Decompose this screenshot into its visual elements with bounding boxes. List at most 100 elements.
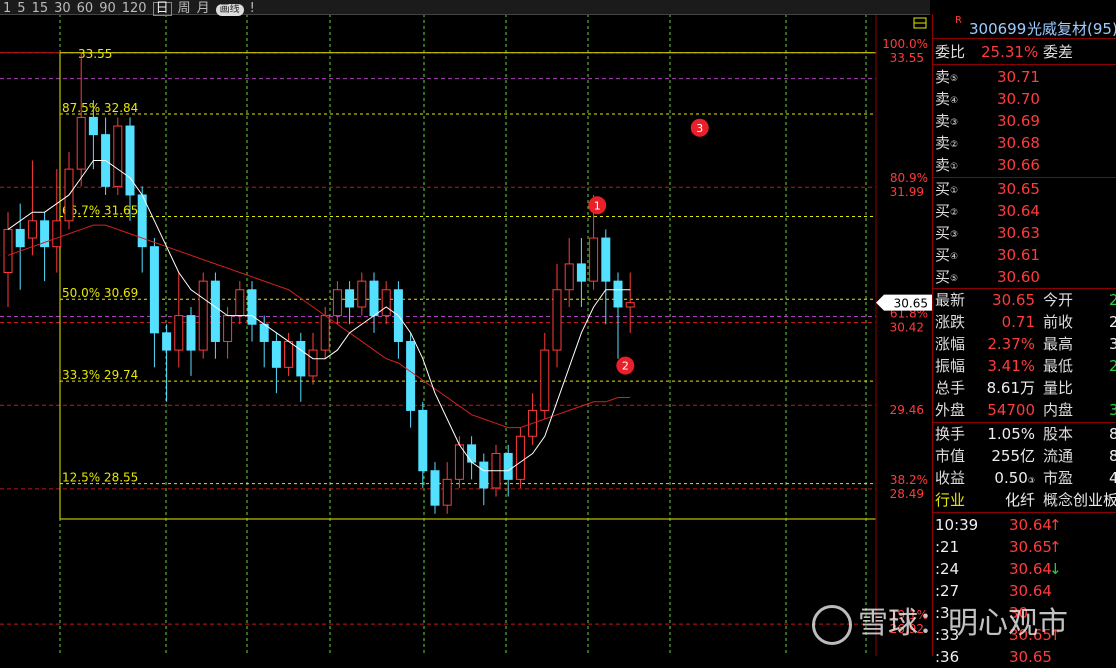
stats-label: 最新 bbox=[935, 291, 966, 309]
period-1[interactable]: 5 bbox=[17, 2, 25, 15]
period-3[interactable]: 30 bbox=[54, 2, 71, 15]
bids-price[interactable]: 30.63 bbox=[997, 222, 1040, 244]
tick-price: 30.64 bbox=[1009, 516, 1052, 534]
period-0[interactable]: 1 bbox=[3, 2, 11, 15]
asks-row: 卖 ⑤ 30.71 bbox=[933, 66, 1116, 88]
fib-label: 50.0% 30.69 bbox=[62, 286, 138, 300]
bids-label: 买 bbox=[935, 224, 951, 242]
asks-price[interactable]: 30.66 bbox=[997, 154, 1040, 176]
candle-body bbox=[223, 315, 233, 342]
stats-label2: 今开 bbox=[1043, 291, 1074, 309]
stats-row: 涨跌 0.71 前收 2 bbox=[933, 311, 1116, 333]
tick-row: :21 30.65 ↑ bbox=[933, 536, 1116, 558]
stats-row: 外盘 54700 内盘 3 bbox=[933, 399, 1116, 421]
asks-row: 卖 ① 30.66 bbox=[933, 154, 1116, 176]
stats2-label2: 流通 bbox=[1043, 447, 1074, 465]
stock-name[interactable]: 光威复材(95) bbox=[1027, 18, 1116, 40]
stats-row: 最新 30.65 今开 2 bbox=[933, 289, 1116, 311]
candle-body bbox=[174, 315, 184, 351]
stats2-label: 换手 bbox=[935, 425, 966, 443]
tick-price: 30.65 bbox=[1009, 648, 1052, 666]
stats2-row: 市值 255亿流通 8. bbox=[933, 445, 1116, 467]
fib-label: 33.3% 29.74 bbox=[62, 368, 138, 382]
candle-body bbox=[88, 116, 98, 136]
asks-price[interactable]: 30.69 bbox=[997, 110, 1040, 132]
tick-time: 10:39 bbox=[935, 516, 979, 534]
stock-code[interactable]: 300699 bbox=[969, 18, 1026, 40]
bids-row: 买 ① 30.65 bbox=[933, 178, 1116, 200]
candle-body bbox=[149, 246, 159, 334]
candle-body bbox=[369, 280, 379, 317]
weibi-label: 委比 bbox=[935, 43, 966, 61]
asks-price[interactable]: 30.70 bbox=[997, 88, 1040, 110]
candle-body bbox=[406, 340, 416, 411]
bids-price[interactable]: 30.64 bbox=[997, 200, 1040, 222]
axis-price-label: 30.42 bbox=[890, 321, 924, 335]
r-mark: R bbox=[955, 15, 962, 26]
stats2-value: 255亿 bbox=[991, 447, 1035, 465]
quote-panel: R 300699 光威复材(95) 委比 25.31% 委差 卖 ⑤ 30.71 卖 ④… bbox=[932, 14, 1116, 666]
candle-body bbox=[52, 220, 62, 248]
stats-value2: 3 bbox=[1109, 335, 1116, 353]
axis-price-label: 31.99 bbox=[890, 185, 924, 199]
tick-price: 30.64 bbox=[1009, 560, 1052, 578]
bids-level: ③ bbox=[950, 230, 959, 240]
weibi-value: 25.31% bbox=[981, 43, 1039, 61]
candle-body bbox=[442, 478, 452, 506]
asks-label: 卖 bbox=[935, 112, 951, 130]
industry-row: 行业 化纤 概念 创业板 bbox=[933, 489, 1116, 511]
axis-pct-label: 38.2% bbox=[890, 473, 928, 487]
candle-body bbox=[625, 302, 635, 308]
period-6[interactable]: 120 bbox=[122, 2, 147, 15]
candlestick-chart[interactable]: 33.5587.5% 32.8466.7% 31.6550.0% 30.6933… bbox=[0, 0, 932, 656]
period-2[interactable]: 15 bbox=[32, 2, 49, 15]
concept-value[interactable]: 创业板 bbox=[1073, 489, 1116, 511]
stats-value2: 2 bbox=[1109, 291, 1116, 309]
tick-time: :36 bbox=[935, 648, 960, 666]
candle-body bbox=[357, 280, 367, 308]
bids-level: ① bbox=[950, 186, 959, 196]
bids-row: 买 ② 30.64 bbox=[933, 200, 1116, 222]
bids-label: 买 bbox=[935, 180, 951, 198]
candle-body bbox=[540, 349, 550, 411]
stats2-label: 收益 bbox=[935, 469, 966, 487]
period-7[interactable]: 日 bbox=[152, 2, 172, 16]
bids-level: ② bbox=[950, 208, 959, 218]
marker-label: 1 bbox=[594, 199, 601, 212]
asks-price[interactable]: 30.68 bbox=[997, 132, 1040, 154]
candle-body bbox=[271, 340, 281, 368]
stats-label2: 内盘 bbox=[1043, 401, 1074, 419]
axis-pct-label: 100.0% bbox=[882, 37, 928, 51]
asks-price[interactable]: 30.71 bbox=[997, 66, 1040, 88]
asks-level: ① bbox=[950, 162, 959, 172]
bids-price[interactable]: 30.61 bbox=[997, 244, 1040, 266]
period-9[interactable]: 月 bbox=[197, 2, 210, 15]
candle-body bbox=[27, 220, 37, 239]
stats-value: 54700 bbox=[987, 401, 1035, 419]
candle-body bbox=[454, 444, 464, 480]
weicha-label: 委差 bbox=[1043, 43, 1074, 61]
marker-label: 2 bbox=[622, 360, 629, 373]
stats2-label: 市值 bbox=[935, 447, 966, 465]
period-10[interactable]: ! bbox=[250, 2, 255, 15]
industry-value[interactable]: 化纤 bbox=[1005, 489, 1035, 511]
period-5[interactable]: 90 bbox=[99, 2, 116, 15]
bids-price[interactable]: 30.60 bbox=[997, 266, 1040, 288]
candle-body bbox=[576, 263, 586, 282]
candle-body bbox=[198, 280, 208, 351]
stats-row: 涨幅 2.37% 最高 3 bbox=[933, 333, 1116, 355]
tick-time: :21 bbox=[935, 538, 960, 556]
fib-label: 12.5% 28.55 bbox=[62, 471, 138, 485]
period-8[interactable]: 周 bbox=[178, 2, 191, 15]
stats-label: 涨幅 bbox=[935, 335, 966, 353]
period-4[interactable]: 60 bbox=[77, 2, 94, 15]
bids-price[interactable]: 30.65 bbox=[997, 178, 1040, 200]
stats-label: 振幅 bbox=[935, 357, 966, 375]
candle-body bbox=[430, 470, 440, 506]
candle-body bbox=[15, 228, 25, 248]
stats2-value2: 8. bbox=[1109, 425, 1116, 443]
draw-line-button[interactable]: 画线 bbox=[215, 4, 244, 16]
asks-row: 卖 ④ 30.70 bbox=[933, 88, 1116, 110]
candle-body bbox=[210, 280, 220, 342]
asks-row: 卖 ② 30.68 bbox=[933, 132, 1116, 154]
